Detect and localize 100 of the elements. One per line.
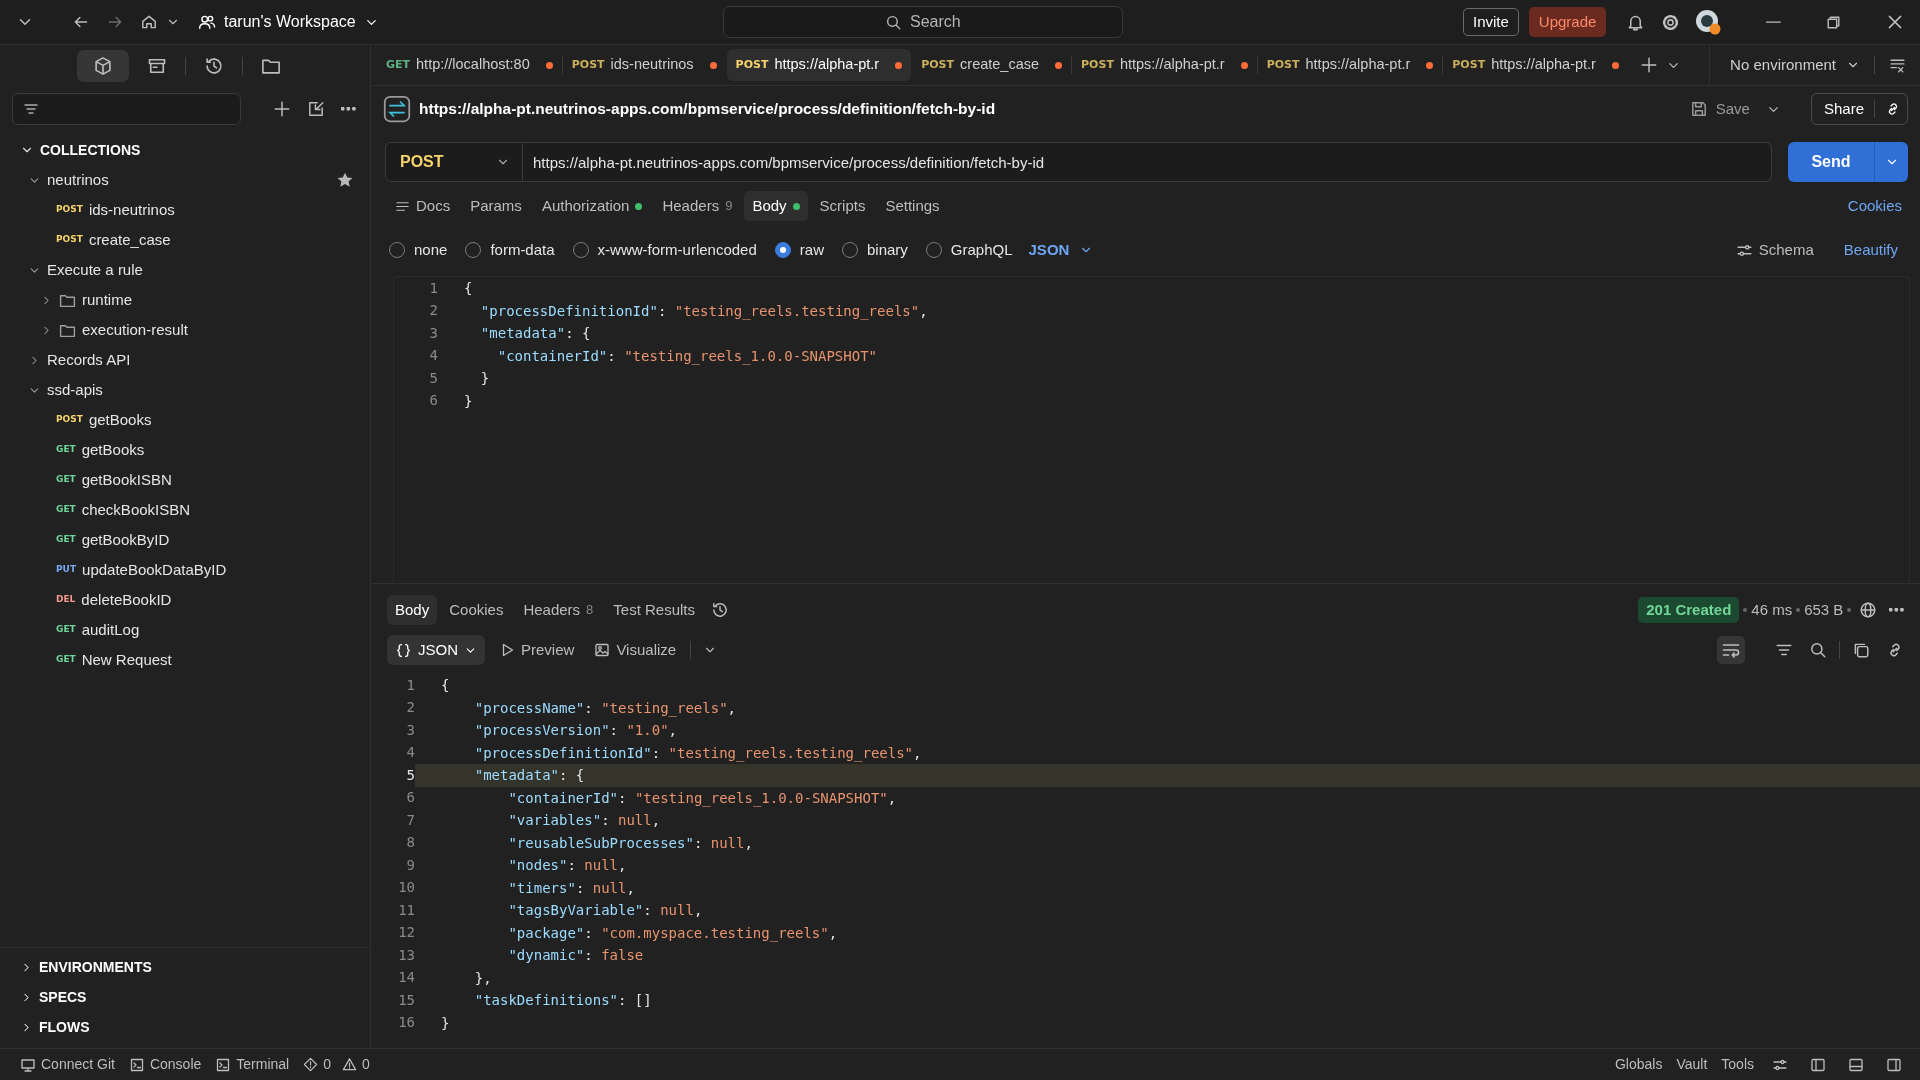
send-button[interactable]: Send bbox=[1788, 142, 1874, 182]
console-button[interactable]: Console bbox=[128, 1054, 202, 1075]
collections-button[interactable] bbox=[77, 50, 129, 82]
collection-name[interactable]: Records API bbox=[47, 348, 131, 372]
section-header[interactable]: FLOWS bbox=[39, 1016, 90, 1038]
code-line: } bbox=[479, 369, 491, 388]
code-line: { bbox=[440, 676, 451, 695]
collection-name[interactable]: ssd-apis bbox=[47, 378, 103, 402]
folder-name[interactable]: runtime bbox=[82, 288, 133, 312]
git-button[interactable]: Connect Git bbox=[20, 1054, 115, 1075]
environment-selector[interactable]: No environment bbox=[1726, 49, 1864, 81]
body-type-radio[interactable]: binary bbox=[841, 238, 908, 262]
line-number: 7 bbox=[405, 810, 415, 830]
request-tab[interactable]: POST https://alpha-pt.r bbox=[1072, 49, 1257, 81]
request-tab[interactable]: POST https://alpha-pt.r bbox=[726, 49, 912, 81]
request-tab[interactable]: GET http://localhost:80 bbox=[377, 49, 562, 81]
request-tab[interactable]: POST https://alpha-pt.r bbox=[1257, 49, 1443, 81]
section-header[interactable]: SPECS bbox=[39, 986, 87, 1008]
request-name[interactable]: auditLog bbox=[81, 618, 140, 642]
console-icon bbox=[128, 1056, 145, 1073]
response-tab[interactable]: Test Results bbox=[605, 594, 704, 626]
restore-icon bbox=[1825, 13, 1842, 31]
line-number: 3 bbox=[405, 720, 415, 740]
line-number: 2 bbox=[428, 301, 438, 321]
search-icon bbox=[885, 13, 902, 31]
save-button[interactable]: Save bbox=[1685, 93, 1754, 125]
request-section-tab[interactable]: Scripts bbox=[811, 190, 874, 222]
filter-field[interactable] bbox=[12, 93, 242, 125]
request-name[interactable]: create_case bbox=[88, 228, 171, 252]
status-bar-link[interactable]: Globals bbox=[1614, 1054, 1663, 1075]
code-line: "variables": null, bbox=[507, 811, 662, 830]
request-tab[interactable]: POST https://alpha-pt.r bbox=[1443, 49, 1628, 81]
code-line: "dynamic": false bbox=[507, 946, 645, 965]
collection-name[interactable]: neutrinos bbox=[47, 168, 109, 192]
invite-button[interactable]: Invite bbox=[1463, 7, 1519, 37]
request-section-tab[interactable]: Docs bbox=[387, 190, 459, 222]
request-section-tab[interactable]: Params bbox=[462, 190, 530, 222]
response-tab[interactable]: Cookies bbox=[441, 594, 512, 626]
method-label: PUT bbox=[56, 563, 77, 577]
request-name[interactable]: getBooks bbox=[88, 408, 152, 432]
request-name[interactable]: checkBookISBN bbox=[81, 498, 191, 522]
body-type-radio[interactable]: raw bbox=[774, 238, 824, 262]
method-dropdown[interactable]: POST bbox=[385, 142, 523, 182]
line-number: 4 bbox=[405, 743, 415, 763]
code-line: "taskDefinitions": [] bbox=[473, 991, 653, 1010]
request-section-tab[interactable]: Settings bbox=[877, 190, 948, 222]
format-dropdown[interactable]: JSON bbox=[387, 635, 485, 665]
body-type-radio[interactable]: form-data bbox=[465, 238, 555, 262]
response-tab[interactable]: Headers 8 bbox=[515, 594, 602, 626]
format-dropdown[interactable]: JSON bbox=[1022, 237, 1100, 263]
search-field[interactable]: Search bbox=[722, 6, 1123, 38]
more-icon bbox=[341, 107, 356, 111]
request-section-tab[interactable]: Authorization bbox=[533, 190, 651, 222]
request-name[interactable]: updateBookDataByID bbox=[82, 558, 227, 582]
terminal-button[interactable]: Terminal bbox=[215, 1054, 290, 1075]
visualize-button[interactable]: Visualize bbox=[588, 636, 683, 664]
beautify-link[interactable]: Beautify bbox=[1837, 237, 1904, 263]
search-icon bbox=[1809, 641, 1827, 659]
request-name[interactable]: New Request bbox=[81, 648, 172, 672]
code-line: "nodes": null, bbox=[507, 856, 628, 875]
body-type-radio[interactable]: none bbox=[389, 238, 448, 262]
cookies-link[interactable]: Cookies bbox=[1841, 193, 1908, 219]
schema-button[interactable]: Schema bbox=[1729, 236, 1820, 264]
response-tab[interactable]: Body bbox=[387, 594, 438, 626]
panel-layout-icon bbox=[1848, 1056, 1864, 1073]
code-line: } bbox=[463, 391, 474, 411]
filter-icon bbox=[23, 101, 39, 117]
problems-button[interactable]: 0 0 bbox=[303, 1054, 370, 1075]
body-type-radio[interactable]: x-www-form-urlencoded bbox=[572, 238, 757, 262]
method-label: GET bbox=[56, 533, 76, 547]
request-name[interactable]: getBookISBN bbox=[81, 468, 172, 492]
method-label: POST bbox=[56, 203, 83, 217]
url-field[interactable]: https://alpha-pt.neutrinos-apps.com/bpmservice/process/definition/fetch-by-id bbox=[523, 142, 1772, 182]
avatar-icon[interactable] bbox=[1694, 8, 1723, 36]
radio-circle[interactable] bbox=[774, 242, 791, 258]
request-name[interactable]: getBooks bbox=[81, 438, 145, 462]
folder-name[interactable]: execution-result bbox=[82, 318, 188, 342]
body-type-radio[interactable]: GraphQL bbox=[925, 238, 1013, 262]
preview-button[interactable]: Preview bbox=[493, 636, 581, 664]
workspace-switcher[interactable]: tarun's Workspace bbox=[194, 6, 383, 38]
line-number: 13 bbox=[397, 945, 415, 965]
status-bar-link[interactable]: Tools bbox=[1721, 1054, 1754, 1075]
status-bar-link[interactable]: Vault bbox=[1676, 1054, 1708, 1075]
section-header[interactable]: COLLECTIONS bbox=[40, 139, 141, 161]
request-name[interactable]: ids-neutrinos bbox=[88, 198, 175, 222]
request-section-tab[interactable]: Body bbox=[744, 190, 808, 222]
line-number: 1 bbox=[405, 675, 415, 695]
line-number: 15 bbox=[397, 990, 415, 1010]
request-tab[interactable]: POST ids-neutrinos bbox=[562, 49, 726, 81]
people-icon bbox=[198, 13, 216, 31]
collection-name[interactable]: Execute a rule bbox=[47, 258, 143, 282]
share-button[interactable]: Share bbox=[1810, 93, 1908, 125]
code-line: }, bbox=[473, 968, 493, 988]
wrap-lines-button[interactable] bbox=[1717, 636, 1745, 664]
request-name[interactable]: deleteBookID bbox=[81, 588, 172, 612]
section-header[interactable]: ENVIRONMENTS bbox=[39, 956, 152, 978]
request-section-tab[interactable]: Headers 9 bbox=[654, 190, 741, 222]
upgrade-button[interactable]: Upgrade bbox=[1528, 6, 1607, 38]
request-tab[interactable]: POST create_case bbox=[912, 49, 1072, 81]
request-name[interactable]: getBookByID bbox=[81, 528, 170, 552]
